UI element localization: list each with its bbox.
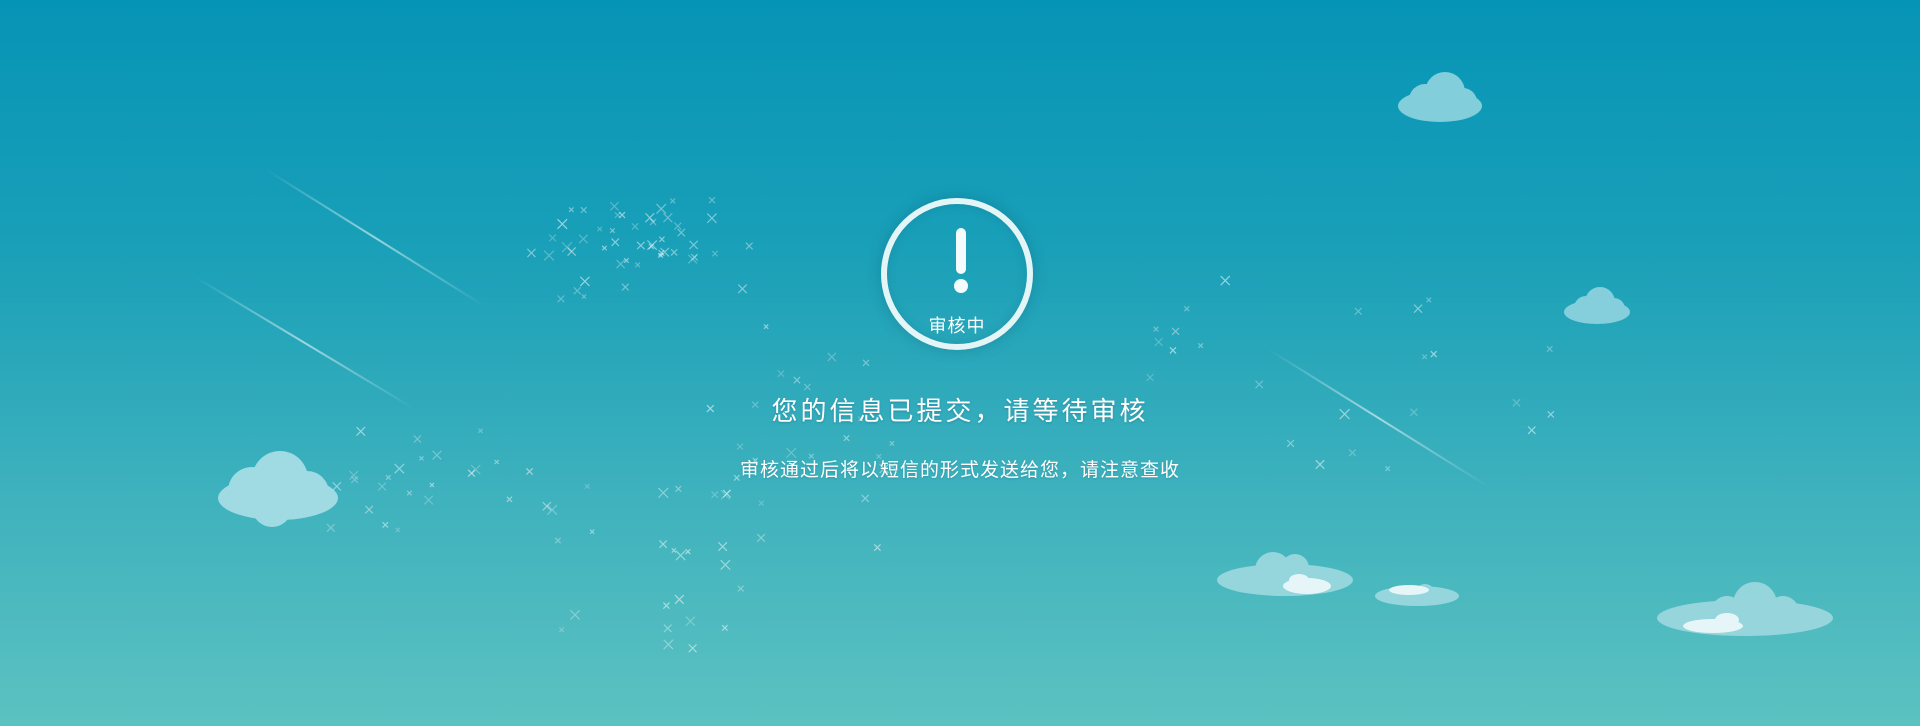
cloud-icon bbox=[1217, 552, 1353, 596]
status-indicator: 审核中 bbox=[881, 198, 1033, 350]
page-background: 审核中 您的信息已提交，请等待审核 审核通过后将以短信的形式发送给您，请注意查收 bbox=[0, 0, 1920, 726]
cloud-icon bbox=[1564, 287, 1630, 324]
cloud-icon bbox=[1375, 584, 1459, 606]
cloud-icon bbox=[1657, 582, 1833, 636]
sparkle-field bbox=[326, 196, 1555, 653]
exclamation-dot bbox=[954, 279, 968, 293]
exclamation-icon bbox=[956, 228, 966, 274]
status-label: 审核中 bbox=[928, 316, 986, 337]
page-title: 您的信息已提交，请等待审核 bbox=[771, 397, 1149, 427]
page-subtitle: 审核通过后将以短信的形式发送给您，请注意查收 bbox=[739, 459, 1180, 481]
cloud-icon bbox=[1398, 72, 1482, 122]
